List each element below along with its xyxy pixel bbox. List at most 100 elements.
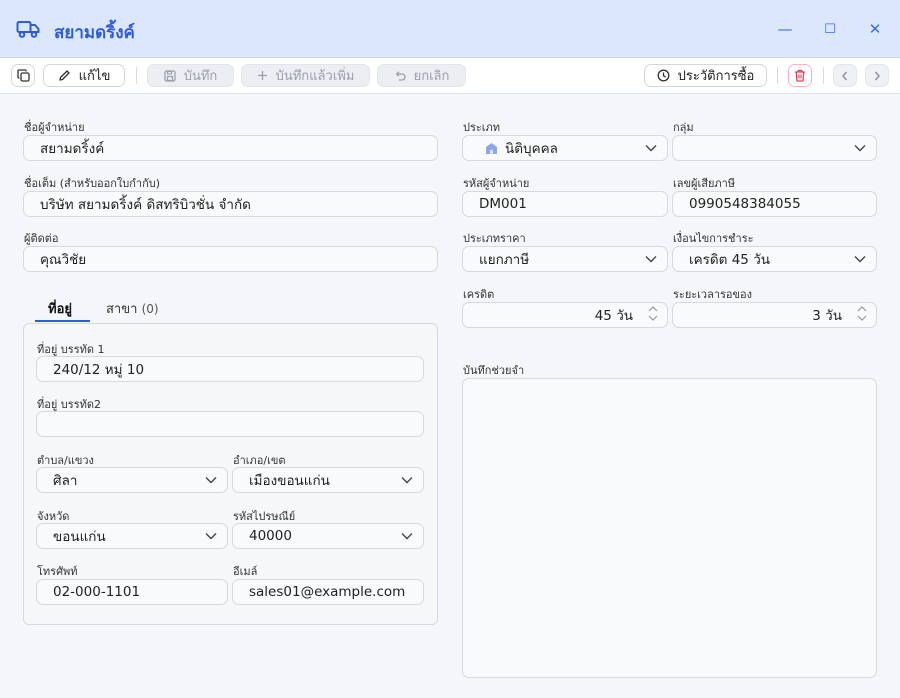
save-button[interactable]: บันทึก bbox=[147, 64, 234, 87]
save-and-new-label: บันทึกแล้วเพิ่ม bbox=[275, 69, 355, 84]
price-type-value: แยกภาษี bbox=[479, 252, 530, 268]
subdistrict-select[interactable]: ศิลา bbox=[36, 467, 228, 493]
clock-icon bbox=[657, 69, 670, 82]
phone-field[interactable]: 02-000-1101 bbox=[36, 579, 228, 605]
tax-id-value: 0990548384055 bbox=[689, 196, 801, 212]
chevron-down-icon bbox=[401, 477, 413, 484]
payment-terms-label: เงื่อนไขการชำระ bbox=[673, 232, 754, 245]
vendor-code-label: รหัสผู้จำหน่าย bbox=[463, 177, 530, 190]
email-label: อีเมล์ bbox=[233, 565, 258, 578]
chevron-down-icon bbox=[854, 256, 866, 263]
tab-branches-label: สาขา bbox=[106, 302, 138, 317]
save-and-new-button[interactable]: บันทึกแล้วเพิ่ม bbox=[241, 64, 370, 87]
previous-button[interactable] bbox=[833, 64, 857, 87]
maximize-button[interactable]: ☐ bbox=[821, 20, 839, 38]
memo-label: บันทึกช่วยจำ bbox=[463, 364, 525, 377]
pencil-icon bbox=[59, 70, 70, 81]
cancel-button[interactable]: ยกเลิก bbox=[377, 64, 466, 87]
postcode-value: 40000 bbox=[249, 528, 292, 544]
price-type-select[interactable]: แยกภาษี bbox=[462, 246, 668, 272]
next-button[interactable] bbox=[865, 64, 889, 87]
email-value: sales01@example.com bbox=[249, 584, 406, 600]
credit-spinner[interactable] bbox=[648, 306, 658, 321]
lead-time-stepper[interactable]: 3 วัน bbox=[672, 302, 877, 328]
vendor-name-value: สยามดริ้งค์ bbox=[40, 141, 105, 157]
edit-label: แก้ไข bbox=[78, 69, 111, 84]
close-button[interactable]: ✕ bbox=[866, 20, 884, 38]
vendor-code-value: DM001 bbox=[479, 196, 527, 212]
email-field[interactable]: sales01@example.com bbox=[232, 579, 424, 605]
copy-button[interactable] bbox=[11, 64, 35, 87]
postcode-select[interactable]: 40000 bbox=[232, 523, 424, 549]
tax-id-field[interactable]: 0990548384055 bbox=[672, 191, 877, 217]
vendor-code-field[interactable]: DM001 bbox=[462, 191, 668, 217]
vendor-name-label: ชื่อผู้จำหน่าย bbox=[24, 121, 85, 134]
delete-button[interactable] bbox=[788, 64, 812, 87]
price-type-label: ประเภทราคา bbox=[463, 232, 526, 245]
chevron-up-icon[interactable] bbox=[648, 306, 658, 312]
chevron-down-icon bbox=[645, 145, 657, 152]
chevron-down-icon bbox=[205, 533, 217, 540]
active-tab-indicator bbox=[35, 320, 90, 322]
tab-address-label: ที่อยู่ bbox=[48, 302, 72, 317]
credit-stepper[interactable]: 45 วัน bbox=[462, 302, 668, 328]
toolbar-divider bbox=[136, 67, 137, 84]
district-value: เมืองขอนแก่น bbox=[249, 473, 330, 489]
edit-button[interactable]: แก้ไข bbox=[43, 64, 125, 87]
save-label: บันทึก bbox=[183, 69, 218, 84]
address-line2-field[interactable] bbox=[36, 411, 424, 437]
type-label: ประเภท bbox=[463, 121, 501, 134]
payment-terms-value: เครดิต 45 วัน bbox=[689, 252, 770, 268]
purchase-history-button[interactable]: ประวัติการซื้อ bbox=[644, 64, 767, 87]
address-line1-field[interactable]: 240/12 หมู่ 10 bbox=[36, 356, 424, 382]
chevron-right-icon bbox=[874, 71, 880, 80]
district-select[interactable]: เมืองขอนแก่น bbox=[232, 467, 424, 493]
truck-icon bbox=[16, 21, 40, 38]
trash-icon bbox=[795, 69, 805, 82]
group-select[interactable] bbox=[672, 135, 877, 161]
tax-id-label: เลขผู้เสียภาษี bbox=[673, 177, 736, 190]
credit-label: เครดิต bbox=[463, 288, 495, 301]
chevron-down-icon[interactable] bbox=[857, 315, 867, 321]
chevron-down-icon bbox=[401, 533, 413, 540]
full-name-label: ชื่อเต็ม (สำหรับออกใบกำกับ) bbox=[24, 177, 161, 190]
contact-value: คุณวิชัย bbox=[40, 252, 87, 268]
contact-label: ผู้ติดต่อ bbox=[24, 232, 59, 245]
cancel-label: ยกเลิก bbox=[413, 69, 450, 84]
tab-branches[interactable]: สาขา (0) bbox=[106, 298, 159, 319]
full-name-field[interactable]: บริษัท สยามดริ้งค์ ดิสทริบิวชั่น จำกัด bbox=[23, 191, 438, 217]
copy-icon bbox=[16, 69, 30, 82]
lead-time-spinner[interactable] bbox=[857, 306, 867, 321]
plus-icon bbox=[257, 71, 267, 80]
chevron-down-icon[interactable] bbox=[648, 315, 658, 321]
chevron-down-icon bbox=[205, 477, 217, 484]
chevron-up-icon[interactable] bbox=[857, 306, 867, 312]
chevron-down-icon bbox=[854, 145, 866, 152]
chevron-down-icon bbox=[645, 256, 657, 263]
toolbar-divider bbox=[777, 67, 778, 84]
lead-time-value: 3 วัน bbox=[812, 308, 842, 324]
tab-address[interactable]: ที่อยู่ bbox=[48, 298, 72, 319]
address-line1-value: 240/12 หมู่ 10 bbox=[53, 362, 145, 378]
undo-icon bbox=[395, 70, 406, 81]
contact-field[interactable]: คุณวิชัย bbox=[23, 246, 438, 272]
minimize-button[interactable]: — bbox=[776, 20, 794, 38]
payment-terms-select[interactable]: เครดิต 45 วัน bbox=[672, 246, 877, 272]
lead-time-label: ระยะเวลารอของ bbox=[673, 288, 753, 301]
province-select[interactable]: ขอนแก่น bbox=[36, 523, 228, 549]
window-title: สยามดริ้งค์ bbox=[54, 23, 135, 43]
phone-value: 02-000-1101 bbox=[53, 584, 141, 600]
memo-textarea[interactable] bbox=[462, 378, 877, 678]
toolbar: แก้ไข บันทึก บันทึกแล้วเพิ่ม ยกเลิก ประว… bbox=[0, 58, 900, 94]
group-label: กลุ่ม bbox=[673, 121, 694, 134]
type-select[interactable]: นิติบุคคล bbox=[462, 135, 668, 161]
title-bar: สยามดริ้งค์ — ☐ ✕ bbox=[0, 0, 900, 58]
address-panel: ที่อยู่ บรรทัด 1 240/12 หมู่ 10 ที่อยู่ … bbox=[23, 323, 438, 625]
toolbar-divider bbox=[823, 67, 824, 84]
purchase-history-label: ประวัติการซื้อ bbox=[677, 69, 755, 84]
vendor-name-field[interactable]: สยามดริ้งค์ bbox=[23, 135, 438, 161]
type-value: นิติบุคคล bbox=[505, 141, 558, 157]
province-value: ขอนแก่น bbox=[53, 529, 106, 545]
subdistrict-value: ศิลา bbox=[53, 473, 78, 489]
chevron-left-icon bbox=[842, 71, 848, 80]
